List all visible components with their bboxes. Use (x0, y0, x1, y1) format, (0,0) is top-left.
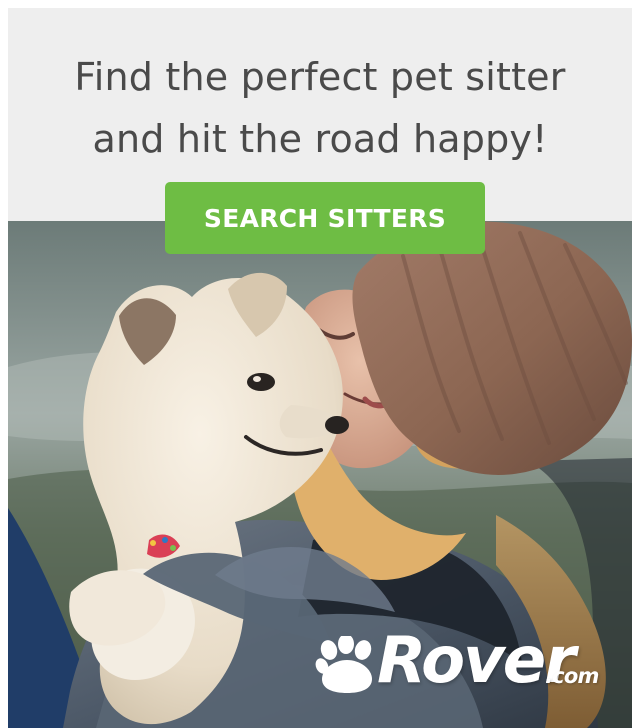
rover-ad-banner[interactable]: Find the perfect pet sitter and hit the … (0, 0, 636, 728)
search-sitters-button[interactable]: SEARCH SITTERS (165, 182, 485, 254)
headline-line-2: and hit the road happy! (92, 117, 548, 161)
headline-line-1: Find the perfect pet sitter (74, 55, 566, 99)
headline: Find the perfect pet sitter and hit the … (8, 46, 632, 170)
rover-wordmark: Rover (377, 624, 576, 698)
paw-icon (315, 636, 372, 693)
rover-logo: Rover .com (314, 622, 614, 710)
rover-domain: .com (545, 664, 599, 688)
